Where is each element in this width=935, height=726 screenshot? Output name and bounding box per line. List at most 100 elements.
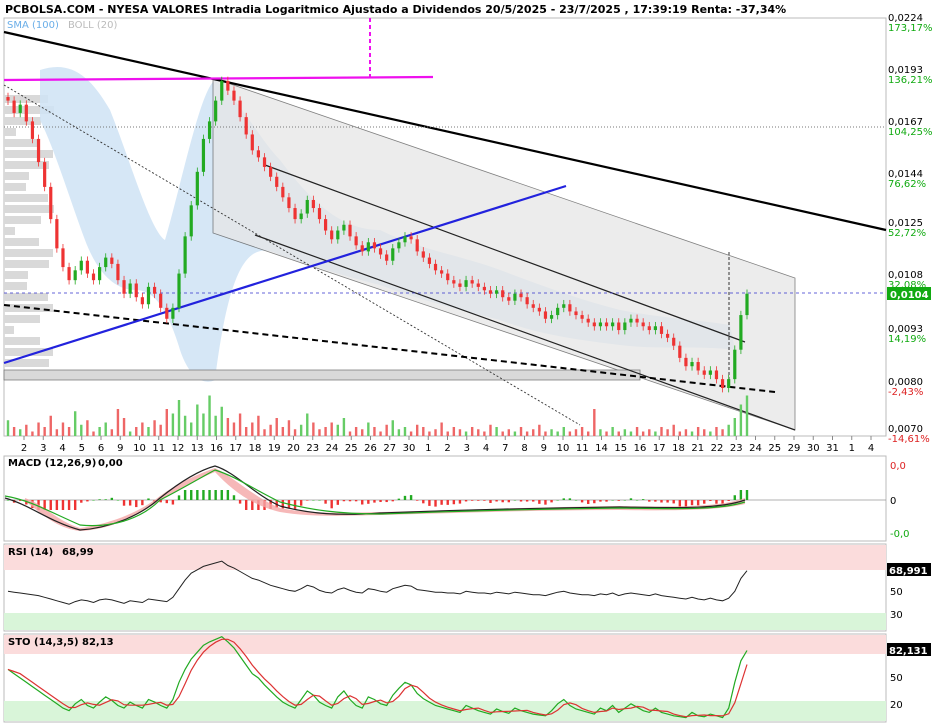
candle-body	[684, 357, 688, 367]
volume-profile-bar	[4, 249, 53, 257]
volume-bar	[293, 429, 297, 436]
x-tick-label: 19	[268, 443, 281, 454]
volume-bar	[550, 429, 553, 436]
volume-bar	[275, 418, 278, 436]
macd-bar	[342, 500, 346, 502]
macd-bar	[666, 500, 669, 503]
stock-chart: PCBOLSA.COM - NYESA VALORES Intradia Log…	[3, 3, 933, 723]
candle-body	[6, 97, 10, 101]
macd-title: MACD (12,26,9)	[8, 458, 96, 469]
candle-body	[708, 370, 712, 375]
macd-bar	[98, 499, 101, 500]
volume-bar	[635, 427, 639, 436]
volume-bar	[122, 418, 126, 436]
candle-body	[745, 293, 749, 316]
volume-profile-bar	[4, 227, 15, 235]
macd-bar	[623, 500, 627, 501]
macd-axis-zero: 0	[890, 496, 896, 507]
volume-bar	[403, 427, 407, 436]
volume-bar	[415, 424, 419, 436]
macd-bar	[214, 490, 217, 500]
x-tick-label: 4	[868, 443, 874, 454]
volume-bar	[391, 420, 394, 436]
candle-body	[159, 293, 163, 308]
volume-bar	[226, 418, 230, 436]
volume-bar	[464, 431, 468, 436]
candle-body	[250, 134, 254, 151]
candle-body	[12, 100, 16, 113]
candle-body	[336, 230, 340, 240]
volume-profile-bar	[4, 216, 41, 224]
macd-bar	[422, 500, 425, 504]
candle-body	[580, 315, 584, 319]
macd-bar	[629, 498, 633, 500]
candle-body	[549, 315, 554, 319]
candle-body	[501, 290, 505, 298]
candle-body	[403, 236, 407, 243]
macd-bar	[306, 500, 309, 501]
volume-profile-bar	[4, 282, 27, 290]
candle-body	[666, 333, 670, 338]
candle-body	[354, 236, 358, 246]
volume-bar	[483, 431, 486, 436]
candle-body	[604, 322, 609, 327]
x-tick-label: 2	[444, 443, 450, 454]
volume-bar	[25, 424, 28, 436]
volume-bar	[251, 422, 254, 436]
candle-body	[79, 260, 83, 271]
candle-body	[702, 370, 706, 375]
macd-bar	[238, 500, 242, 504]
candle-body	[470, 280, 474, 284]
volume-bar	[648, 429, 651, 436]
volume-bar	[263, 429, 266, 436]
sto-axis-20: 20	[890, 700, 903, 711]
candle-body	[568, 304, 572, 312]
macd-bar	[141, 500, 144, 506]
volume-profile-bar	[4, 260, 49, 268]
rsi-axis-50: 50	[890, 587, 903, 598]
volume-bar	[312, 422, 315, 436]
sto-current-value: 82,131	[889, 646, 928, 657]
volume-profile-bar	[4, 139, 38, 147]
macd-bar	[483, 500, 486, 501]
macd-bar	[55, 500, 59, 510]
volume-bar	[599, 429, 602, 436]
volume-profile-bar	[4, 150, 53, 158]
macd-bar	[354, 500, 358, 502]
macd-bar	[538, 500, 541, 504]
candle-body	[611, 322, 615, 327]
candle-body	[165, 307, 169, 319]
x-tick-label: 14	[595, 443, 608, 454]
candle-body	[287, 197, 291, 209]
candle-body	[641, 322, 645, 327]
volume-bar	[73, 411, 77, 436]
macd-bar	[599, 500, 602, 502]
percent-label: 173,17%	[888, 23, 933, 34]
volume-bar	[690, 431, 694, 436]
macd-bar	[80, 500, 83, 503]
volume-bar	[281, 427, 285, 436]
percent-label: 14,19%	[888, 334, 926, 345]
candle-body	[116, 263, 120, 281]
volume-bar	[629, 431, 633, 436]
macd-bar	[385, 500, 388, 503]
volume-bar	[232, 422, 236, 436]
volume-bar	[538, 424, 541, 436]
macd-bar	[415, 500, 419, 501]
volume-bar	[336, 424, 340, 436]
percent-label: -14,61%	[888, 434, 930, 445]
x-tick-label: 4	[483, 443, 489, 454]
candle-body	[556, 307, 560, 316]
macd-bar	[336, 500, 340, 505]
macd-bar	[648, 500, 651, 502]
macd-bar	[587, 500, 590, 504]
x-tick-label: 30	[403, 443, 416, 454]
volume-bar	[202, 413, 205, 436]
current-price-value: 0,0104	[890, 290, 929, 301]
macd-bar	[128, 500, 132, 506]
candle-body	[348, 224, 352, 237]
percent-label: -2,43%	[888, 387, 923, 398]
volume-profile-bar	[4, 326, 14, 334]
candle-body	[256, 150, 261, 158]
candle-body	[311, 199, 315, 209]
